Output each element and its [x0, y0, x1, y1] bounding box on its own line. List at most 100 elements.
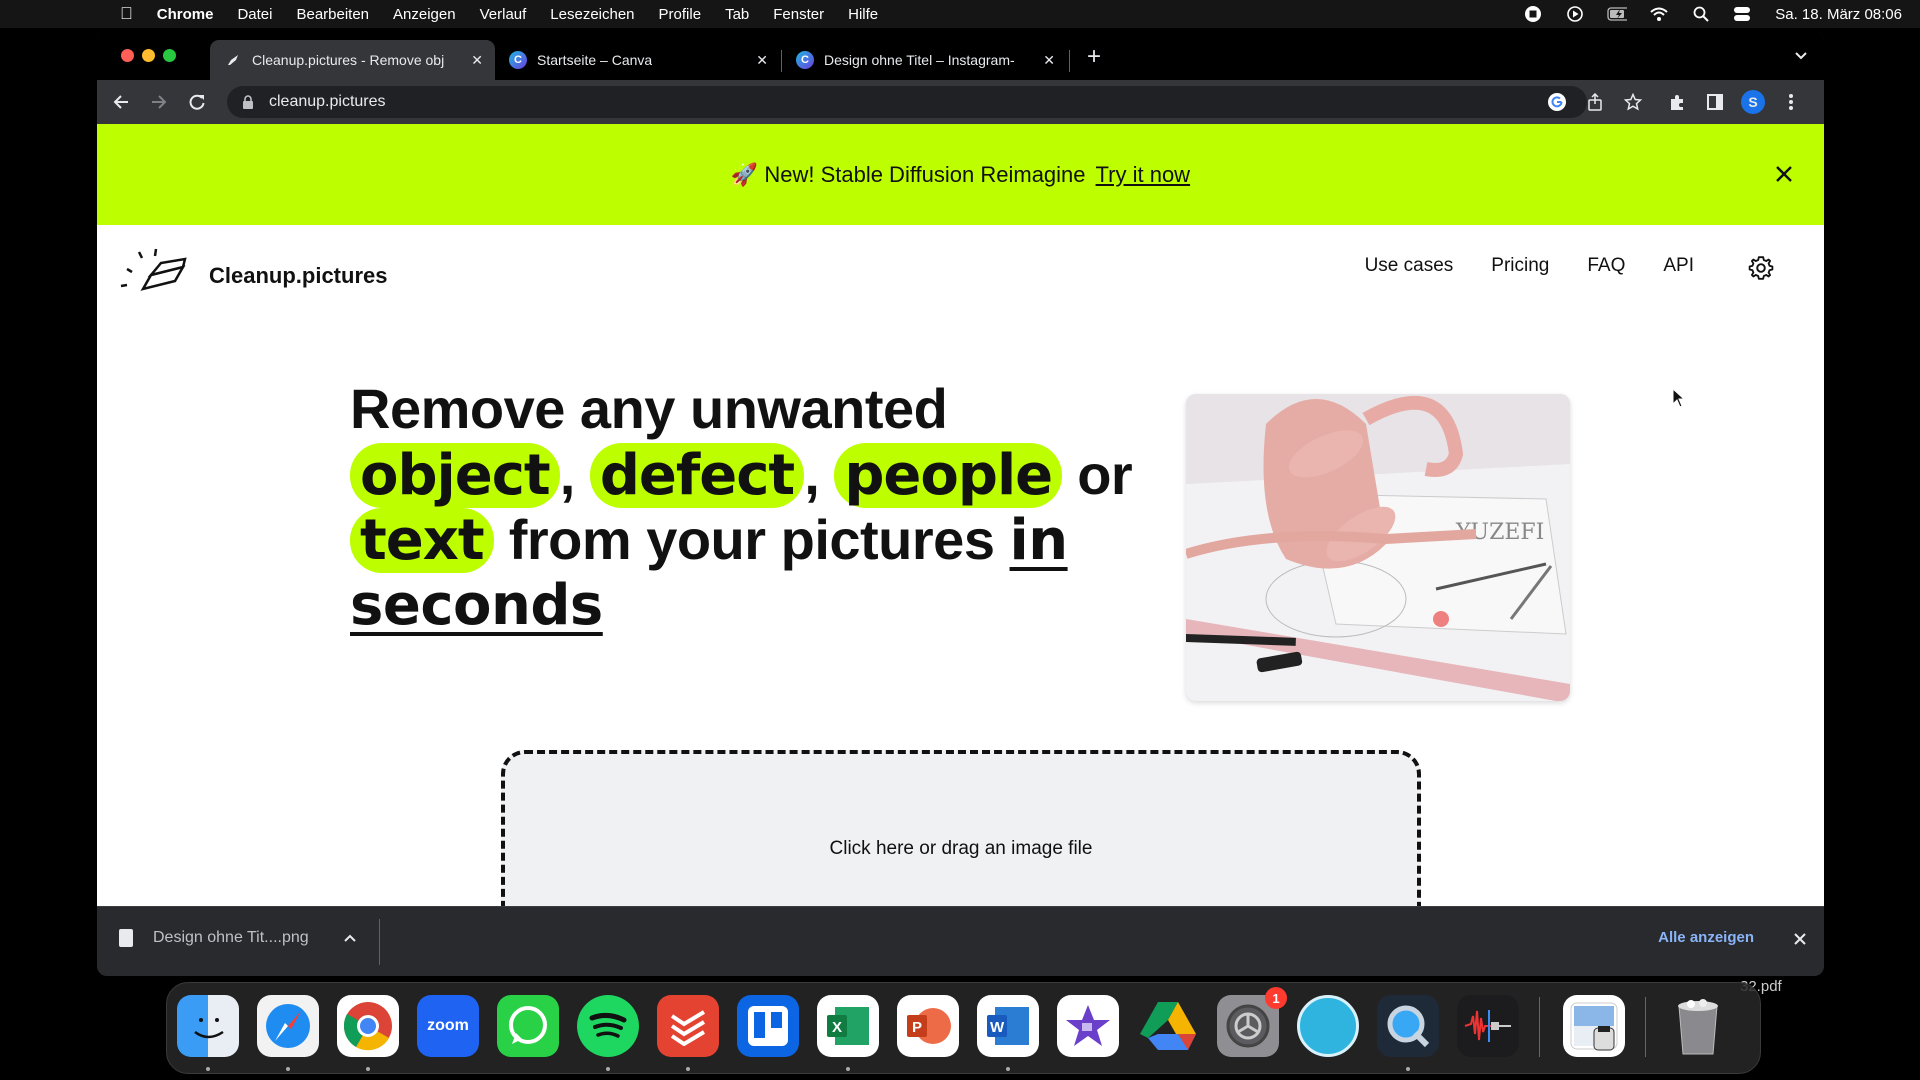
menu-app-name[interactable]: Chrome [157, 6, 214, 23]
menubar-datetime[interactable]: Sa. 18. März 08:06 [1775, 6, 1902, 23]
nav-faq[interactable]: FAQ [1587, 255, 1625, 277]
back-icon[interactable] [109, 90, 133, 114]
zoom-icon[interactable]: zoom [417, 995, 479, 1057]
tab-canva-design[interactable]: C Design ohne Titel – Instagram- ✕ [782, 40, 1067, 80]
hero-mid: from your pictures [508, 508, 995, 571]
tab-canva-home[interactable]: C Startseite – Canva ✕ [495, 40, 780, 80]
control-center-icon[interactable] [1733, 5, 1753, 23]
file-icon [119, 929, 133, 947]
quicktime-icon[interactable] [1377, 995, 1439, 1057]
chrome-icon[interactable] [337, 995, 399, 1057]
running-indicator [1406, 1067, 1410, 1071]
close-banner-icon[interactable] [1772, 162, 1796, 186]
close-downloads-icon[interactable] [1792, 931, 1810, 949]
browser-window: Cleanup.pictures - Remove obj ✕ C Starts… [97, 30, 1824, 976]
close-tab-icon[interactable]: ✕ [1043, 52, 1055, 69]
google-icon[interactable] [1545, 90, 1569, 114]
menu-lesezeichen[interactable]: Lesezeichen [550, 6, 634, 23]
close-window-button[interactable] [121, 49, 134, 62]
side-panel-icon[interactable] [1703, 90, 1727, 114]
finder-icon[interactable] [177, 995, 239, 1057]
system-settings-icon[interactable]: 1 [1217, 987, 1287, 1057]
site-header: Cleanup.pictures Use cases Pricing FAQ A… [97, 225, 1824, 315]
running-indicator [206, 1067, 210, 1071]
menu-bearbeiten[interactable]: Bearbeiten [296, 6, 369, 23]
hero-headline: Remove any unwanted object, defect, peop… [350, 377, 1210, 638]
close-tab-icon[interactable]: ✕ [471, 52, 483, 69]
address-bar[interactable]: cleanup.pictures [227, 86, 1587, 118]
close-tab-icon[interactable]: ✕ [756, 52, 768, 69]
trash-icon[interactable] [1667, 995, 1729, 1057]
tab-cleanup-pictures[interactable]: Cleanup.pictures - Remove obj ✕ [210, 40, 495, 80]
main-nav: Use cases Pricing FAQ API [1365, 255, 1694, 277]
menu-fenster[interactable]: Fenster [773, 6, 824, 23]
word-icon[interactable]: W [977, 995, 1039, 1057]
highlight-text: text [350, 508, 494, 573]
kebab-menu-icon[interactable] [1779, 90, 1803, 114]
try-it-now-link[interactable]: Try it now [1096, 162, 1191, 188]
wifi-icon[interactable] [1649, 5, 1669, 23]
whatsapp-icon[interactable] [497, 995, 559, 1057]
menu-anzeigen[interactable]: Anzeigen [393, 6, 456, 23]
battery-charging-icon[interactable] [1607, 5, 1628, 23]
settings-gear-icon[interactable] [1748, 255, 1774, 281]
tab-strip: Cleanup.pictures - Remove obj ✕ C Starts… [97, 30, 1824, 80]
dock-divider [1539, 997, 1540, 1057]
search-icon[interactable] [1691, 5, 1711, 23]
download-filename[interactable]: Design ohne Tit....png [153, 929, 309, 947]
chevron-up-icon[interactable] [343, 930, 357, 946]
notification-badge: 1 [1265, 987, 1287, 1009]
safari-icon[interactable] [257, 995, 319, 1057]
tab-search-chevron-icon[interactable] [1794, 48, 1808, 66]
tab-title: Design ohne Titel – Instagram- [824, 52, 1015, 68]
reload-icon[interactable] [185, 90, 209, 114]
menu-hilfe[interactable]: Hilfe [848, 6, 878, 23]
announcement-banner: 🚀 New! Stable Diffusion Reimagine Try it… [97, 124, 1824, 225]
tab-title: Startseite – Canva [537, 52, 653, 68]
show-all-downloads-button[interactable]: Alle anzeigen [1658, 929, 1754, 946]
canva-icon: C [509, 51, 527, 69]
spotify-icon[interactable] [577, 995, 639, 1057]
extensions-puzzle-icon[interactable] [1665, 90, 1689, 114]
powerpoint-icon[interactable]: P [897, 995, 959, 1057]
dock-divider [1645, 997, 1646, 1057]
dropzone-label[interactable]: Click here or drag an image file [505, 838, 1417, 860]
apple-menu-icon[interactable]:  [120, 4, 133, 24]
imovie-icon[interactable] [1057, 995, 1119, 1057]
menu-datei[interactable]: Datei [237, 6, 272, 23]
running-indicator [286, 1067, 290, 1071]
minimize-window-button[interactable] [142, 49, 155, 62]
hero-line-1: Remove any unwanted [350, 377, 948, 440]
profile-avatar[interactable]: S [1741, 90, 1765, 114]
excel-icon[interactable]: X [817, 995, 879, 1057]
todoist-icon[interactable] [657, 995, 719, 1057]
trello-icon[interactable] [737, 995, 799, 1057]
brand-name[interactable]: Cleanup.pictures [209, 263, 387, 289]
svg-text:W: W [990, 1019, 1005, 1036]
url-text[interactable]: cleanup.pictures [269, 93, 386, 111]
play-icon[interactable] [1565, 5, 1585, 23]
site-logo[interactable]: Cleanup.pictures [119, 239, 387, 304]
lock-icon[interactable] [241, 95, 255, 109]
menu-tab[interactable]: Tab [725, 6, 749, 23]
google-drive-icon[interactable] [1137, 995, 1199, 1057]
eraser-icon [224, 51, 242, 69]
mouse-cursor [1672, 387, 1686, 408]
nav-pricing[interactable]: Pricing [1491, 255, 1549, 277]
download-item[interactable]: Design ohne Tit....png [119, 929, 357, 947]
audio-editor-icon[interactable] [1457, 995, 1519, 1057]
record-stop-icon[interactable] [1523, 5, 1543, 23]
zoom-window-button[interactable] [163, 49, 176, 62]
new-tab-button[interactable]: + [1087, 45, 1101, 69]
forward-icon[interactable] [147, 90, 171, 114]
menu-verlauf[interactable]: Verlauf [480, 6, 527, 23]
window-controls [121, 49, 176, 62]
mirror-app-icon[interactable] [1297, 995, 1359, 1057]
nav-api[interactable]: API [1663, 255, 1694, 277]
share-icon[interactable] [1583, 90, 1607, 114]
menu-profile[interactable]: Profile [659, 6, 702, 23]
bookmark-star-icon[interactable] [1621, 90, 1645, 114]
hero-underline-in: in [1009, 508, 1069, 573]
preview-icon[interactable] [1563, 995, 1625, 1057]
nav-use-cases[interactable]: Use cases [1365, 255, 1454, 277]
